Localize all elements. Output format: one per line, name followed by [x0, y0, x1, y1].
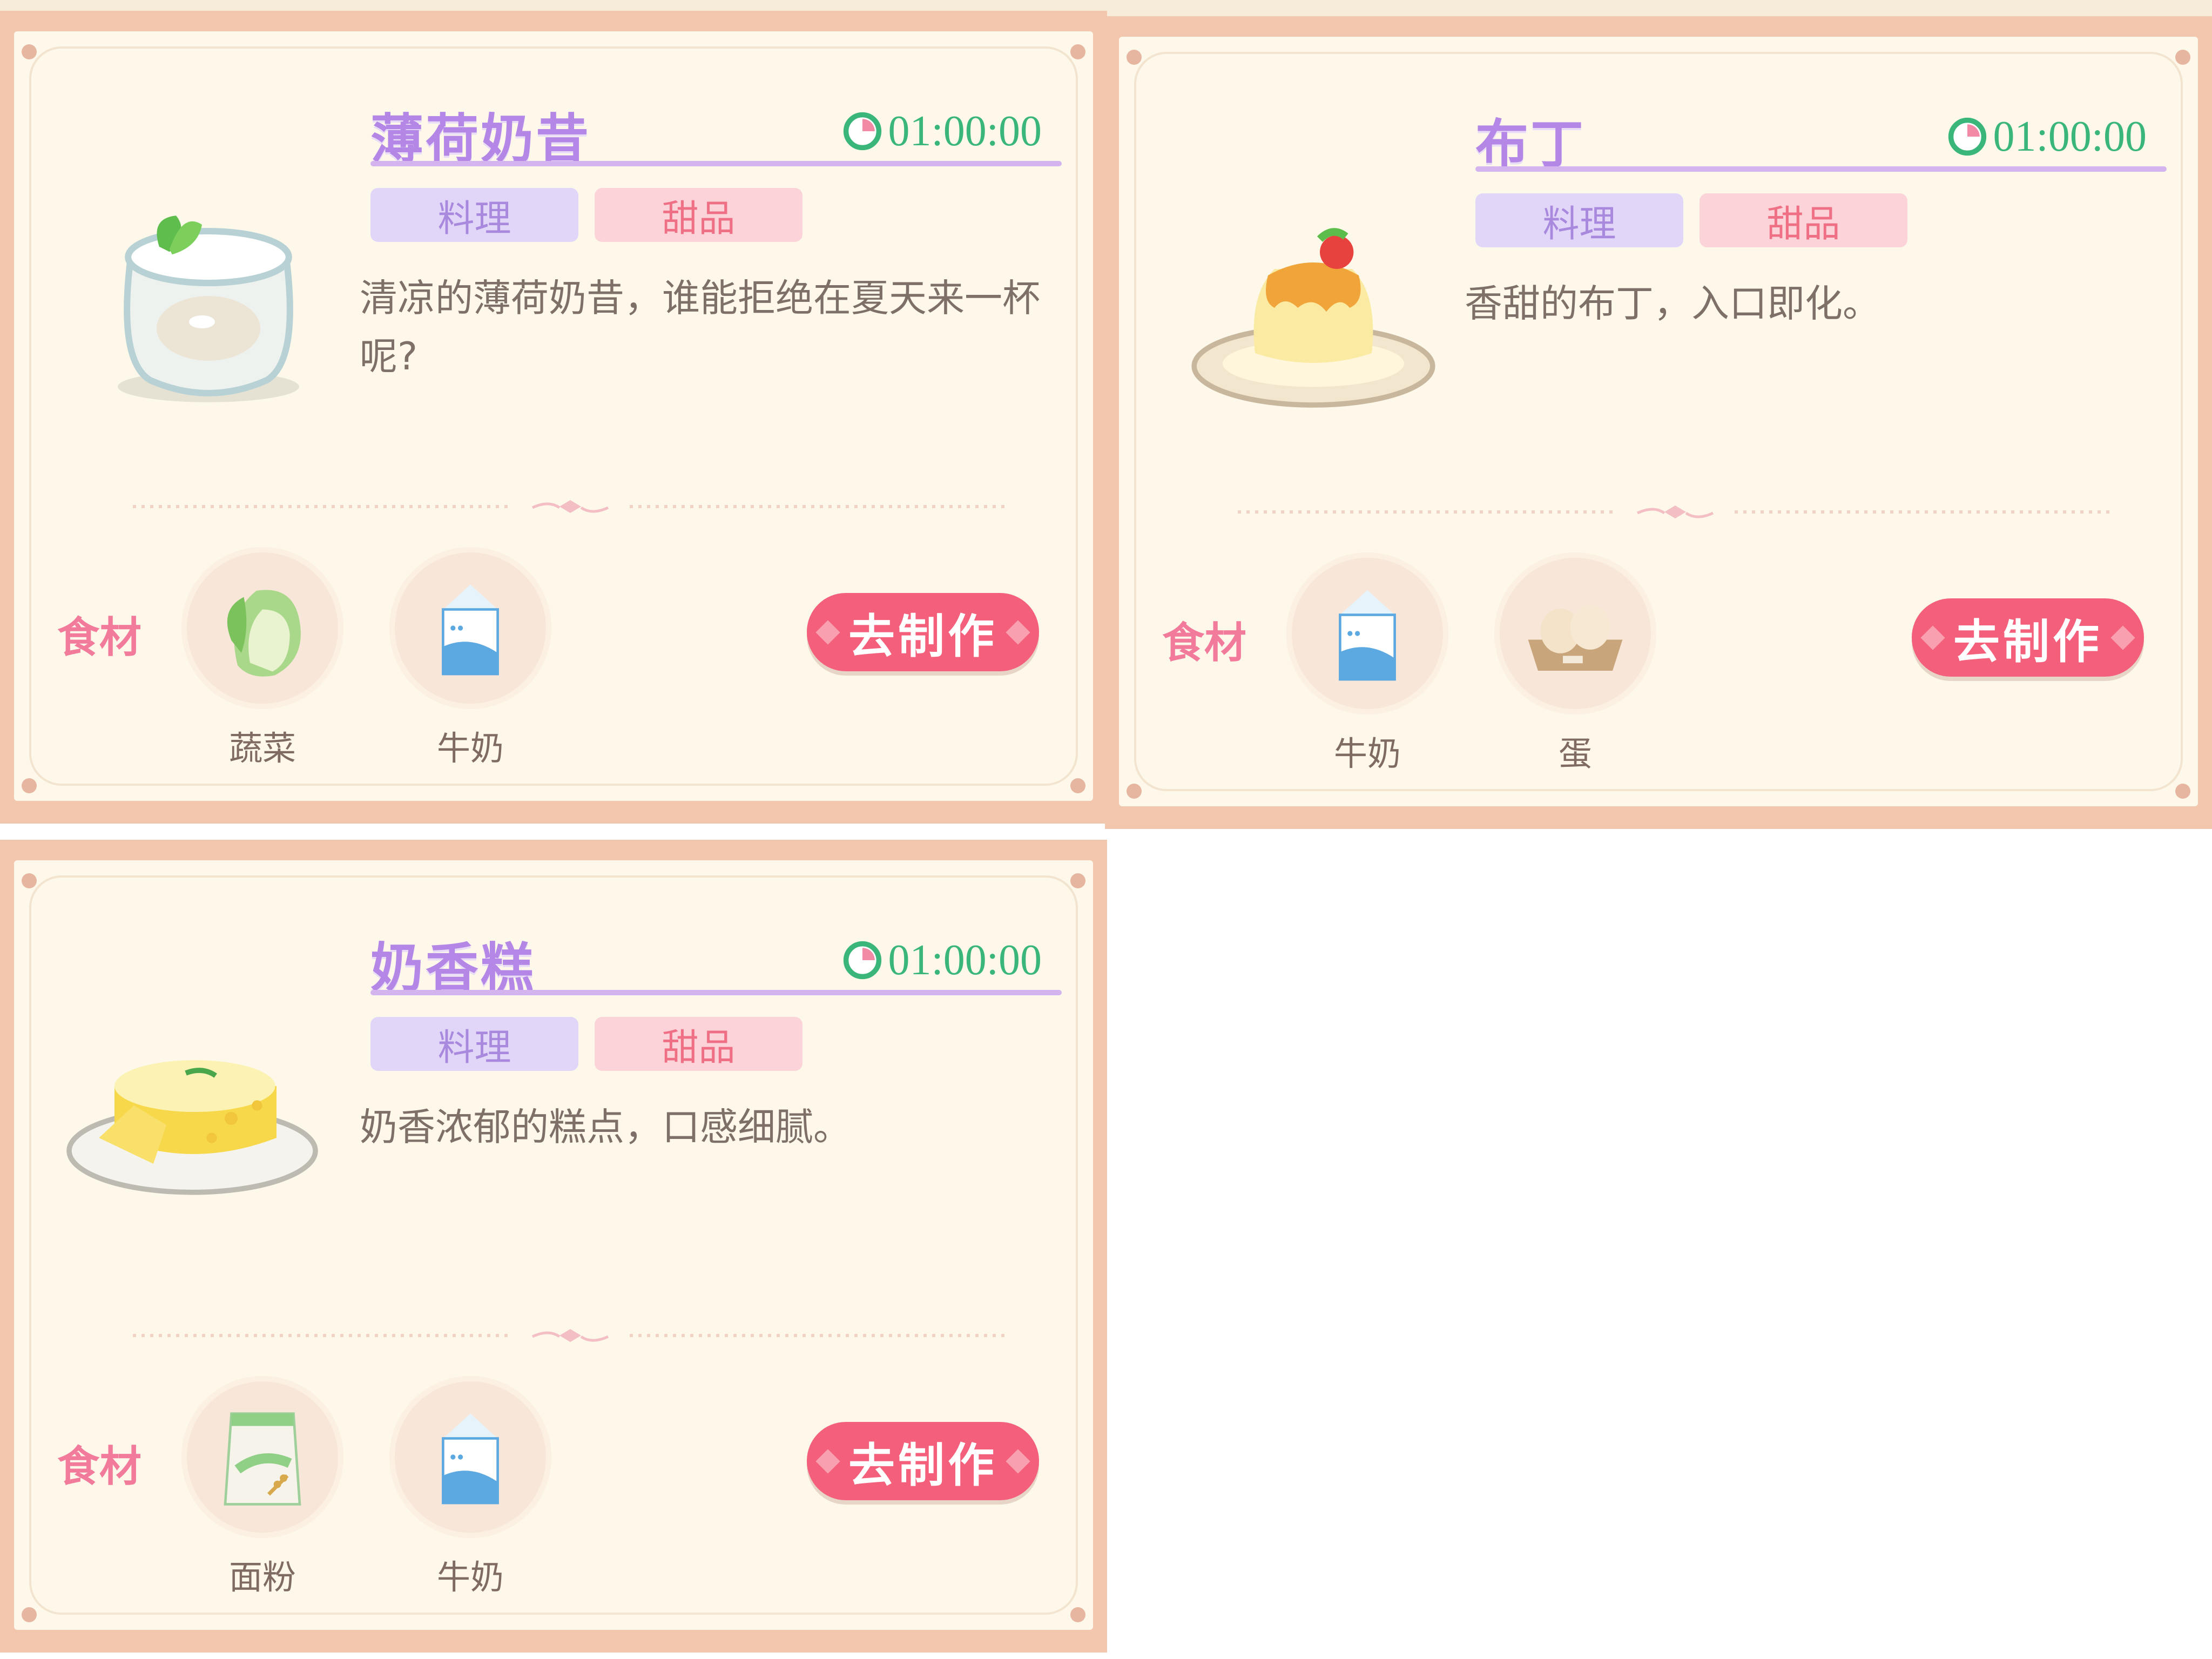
title-underline	[1475, 166, 2167, 172]
tag-dessert: 甜品	[1700, 193, 1907, 247]
ingredient-slot	[389, 547, 551, 709]
milk-carton-icon	[442, 584, 499, 676]
timer-text: 01:00:00	[1993, 112, 2147, 160]
go-make-label: 去制作	[848, 610, 997, 664]
corner-dot	[22, 44, 37, 59]
ingredients-label: 食材	[57, 1442, 142, 1491]
clock-icon	[843, 941, 881, 980]
egg-carton-icon	[1528, 605, 1623, 671]
recipe-card-mint-shake: 薄荷奶昔 01:00:00 料理 甜品 清凉的薄荷奶昔，谁能拒绝在夏天来一杯呢?…	[0, 11, 1107, 824]
corner-dot	[22, 1607, 37, 1622]
recipe-card-milk-cake: 奶香糕 01:00:00 料理 甜品 奶香浓郁的糕点，口感细腻。 食材 面粉 牛…	[0, 840, 1107, 1653]
flour-bag-icon	[224, 1412, 301, 1506]
corner-dot	[2175, 50, 2190, 65]
recipe-description: 清凉的薄荷奶昔，谁能拒绝在夏天来一杯呢?	[360, 276, 1040, 379]
ingredient-milk[interactable]: 牛奶	[1286, 552, 1448, 775]
card-body: 薄荷奶昔 01:00:00 料理 甜品 清凉的薄荷奶昔，谁能拒绝在夏天来一杯呢?…	[14, 31, 1093, 801]
timer-text: 01:00:00	[888, 936, 1042, 984]
go-make-button[interactable]: 去制作	[807, 1422, 1039, 1500]
ingredient-name: 牛奶	[436, 1557, 504, 1597]
recipe-description: 奶香浓郁的糕点，口感细腻。	[360, 1105, 851, 1149]
card-body: 奶香糕 01:00:00 料理 甜品 奶香浓郁的糕点，口感细腻。 食材 面粉 牛…	[14, 860, 1093, 1630]
ingredient-name: 蛋	[1558, 734, 1592, 773]
diamond-icon	[1920, 625, 1945, 650]
card-body: 布丁 01:00:00 料理 甜品 香甜的布丁，入口即化。 食材 牛奶 蛋 去制…	[1119, 37, 2198, 806]
corner-dot	[2175, 784, 2190, 799]
diamond-icon	[815, 1448, 840, 1474]
go-make-button[interactable]: 去制作	[807, 593, 1039, 671]
cabbage-icon	[227, 590, 301, 677]
pudding-image	[1191, 228, 1435, 408]
milk-carton-icon	[442, 1413, 499, 1505]
recipe-card-pudding: 布丁 01:00:00 料理 甜品 香甜的布丁，入口即化。 食材 牛奶 蛋 去制…	[1105, 16, 2212, 829]
corner-dot	[1070, 873, 1085, 888]
ingredient-slot	[181, 547, 343, 709]
go-make-button[interactable]: 去制作	[1912, 598, 2144, 677]
diamond-icon	[1006, 619, 1030, 645]
ingredient-name: 牛奶	[436, 729, 504, 768]
corner-dot	[22, 873, 37, 888]
corner-dot	[22, 778, 37, 793]
ingredient-vegetable[interactable]: 蔬菜	[181, 547, 343, 770]
tag-dessert: 甜品	[595, 188, 802, 242]
diamond-icon	[815, 619, 840, 645]
ingredient-name: 蔬菜	[228, 729, 296, 768]
go-make-label: 去制作	[1953, 615, 2102, 669]
ingredient-slot	[389, 1376, 551, 1538]
ingredient-flour[interactable]: 面粉	[181, 1376, 343, 1599]
ribbon-divider	[1238, 505, 2113, 518]
title-underline	[370, 161, 1062, 166]
ingredient-slot	[181, 1376, 343, 1538]
go-make-label: 去制作	[848, 1439, 997, 1493]
recipe-description: 香甜的布丁，入口即化。	[1465, 281, 1880, 326]
ingredient-slot	[1286, 552, 1448, 714]
ribbon-divider	[133, 500, 1008, 513]
ingredient-egg[interactable]: 蛋	[1494, 552, 1656, 775]
corner-dot	[1070, 778, 1085, 793]
cook-timer: 01:00:00	[1947, 112, 2147, 161]
corner-dot	[1070, 44, 1085, 59]
corner-dot	[1127, 784, 1142, 799]
ingredient-milk[interactable]: 牛奶	[389, 1376, 551, 1599]
tag-cooking: 料理	[370, 188, 578, 242]
ingredient-name: 面粉	[228, 1557, 296, 1597]
ingredients-label: 食材	[57, 613, 142, 662]
cook-timer: 01:00:00	[842, 107, 1042, 156]
mint-shake-image	[118, 215, 299, 402]
corner-dot	[1070, 1607, 1085, 1622]
ingredient-name: 牛奶	[1333, 734, 1401, 773]
recipe-title: 布丁	[1475, 114, 1586, 176]
ingredient-slot	[1494, 552, 1656, 714]
tag-cooking: 料理	[370, 1017, 578, 1071]
diamond-icon	[2110, 625, 2135, 650]
milk-carton-icon	[1339, 590, 1396, 681]
corner-dot	[1127, 50, 1142, 65]
ribbon-divider	[133, 1329, 1008, 1342]
ingredients-label: 食材	[1162, 619, 1247, 667]
clock-icon	[843, 112, 881, 151]
clock-icon	[1948, 117, 1986, 156]
milk-cake-image	[66, 1060, 318, 1195]
recipe-title: 奶香糕	[370, 938, 536, 999]
tag-cooking: 料理	[1475, 193, 1683, 247]
ingredient-milk[interactable]: 牛奶	[389, 547, 551, 770]
tag-dessert: 甜品	[595, 1017, 802, 1071]
diamond-icon	[1006, 1448, 1030, 1474]
cook-timer: 01:00:00	[842, 936, 1042, 984]
title-underline	[370, 990, 1062, 995]
recipe-title: 薄荷奶昔	[370, 109, 591, 170]
timer-text: 01:00:00	[888, 107, 1042, 155]
